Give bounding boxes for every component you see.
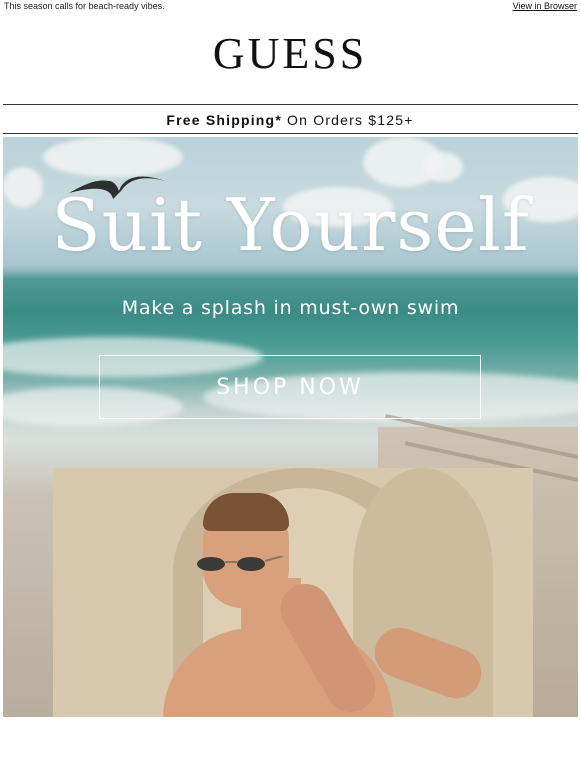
hair bbox=[203, 493, 289, 531]
hero-subline: Make a splash in must-own swim bbox=[121, 297, 460, 319]
hero-headline: Suit Yourself bbox=[51, 183, 530, 267]
preheader-text: This season calls for beach-ready vibes. bbox=[4, 1, 165, 11]
view-in-browser-link[interactable]: View in Browser bbox=[513, 1, 577, 11]
sunglasses-icon bbox=[195, 555, 284, 572]
model-photo[interactable] bbox=[53, 468, 533, 717]
divider-top bbox=[3, 104, 578, 105]
cloud bbox=[423, 152, 463, 182]
free-shipping-label: Free Shipping* bbox=[166, 112, 282, 128]
shop-now-button[interactable]: SHOP NOW bbox=[99, 355, 481, 419]
shipping-banner[interactable]: Free Shipping* On Orders $125+ bbox=[0, 112, 580, 128]
hero-banner[interactable]: Suit Yourself Make a splash in must-own … bbox=[3, 137, 578, 717]
shipping-threshold: On Orders $125+ bbox=[281, 112, 414, 128]
top-bar: This season calls for beach-ready vibes.… bbox=[0, 0, 580, 14]
guess-logo[interactable]: GUESS bbox=[0, 32, 580, 76]
divider-bottom bbox=[3, 133, 578, 134]
